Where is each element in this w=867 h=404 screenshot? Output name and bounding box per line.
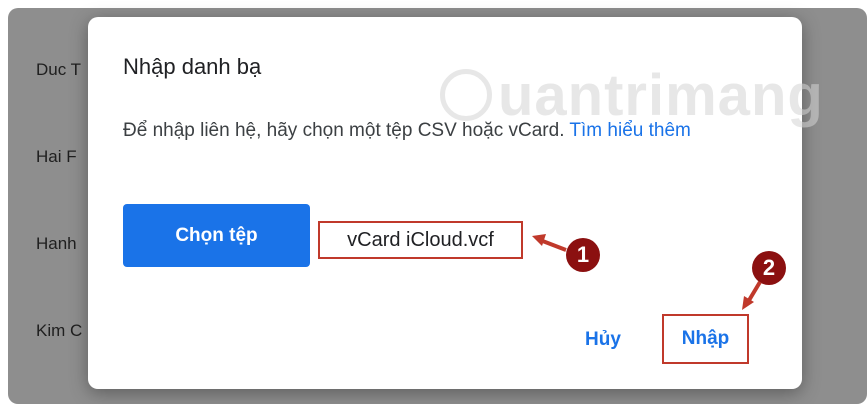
background-contact-row: Kim C: [36, 321, 83, 340]
watermark-logo: uantrimang: [440, 60, 840, 130]
choose-file-button[interactable]: Chọn tệp: [123, 204, 310, 267]
background-contact-row: Hai F: [36, 147, 77, 166]
selected-file-name: vCard iCloud.vcf: [318, 221, 523, 259]
arrow-down-left-icon: [742, 280, 762, 310]
dialog-title: Nhập danh bạ: [123, 54, 262, 79]
arrow-left-icon: [532, 234, 567, 252]
background-contact-row: Hanh: [36, 234, 77, 253]
lightbulb-icon: [440, 69, 492, 121]
step-badge-1: 1: [566, 238, 600, 272]
cancel-button[interactable]: Hủy: [568, 322, 638, 358]
watermark-text: uantrimang: [498, 62, 824, 128]
import-button[interactable]: Nhập: [662, 314, 749, 364]
background-contact-row: Duc T: [36, 60, 82, 79]
